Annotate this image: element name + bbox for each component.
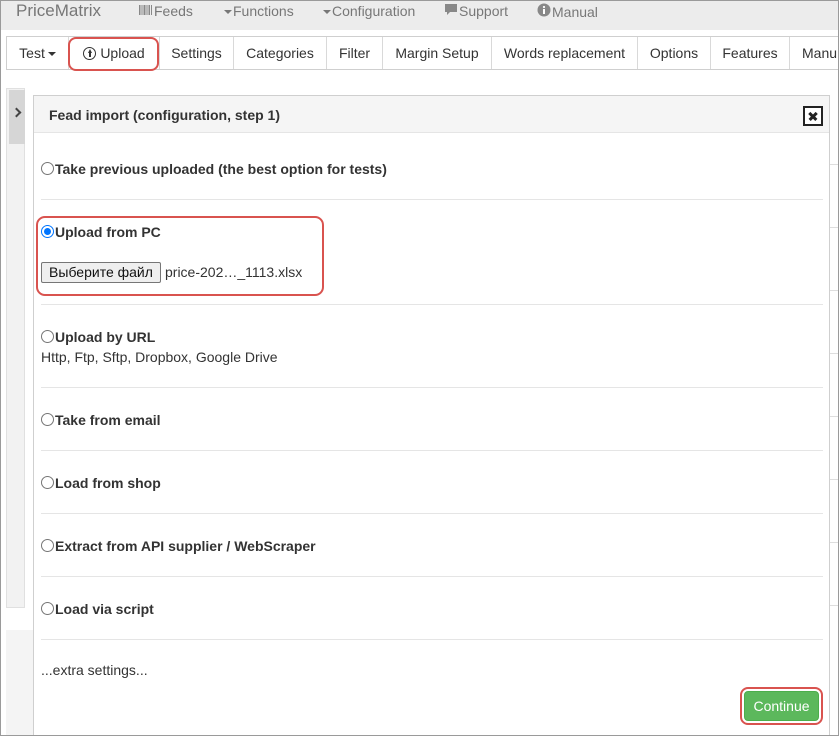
close-icon[interactable]	[803, 106, 823, 126]
option-take-previous[interactable]: Take previous uploaded (the best option …	[41, 161, 387, 177]
option-take-previous-label: Take previous uploaded (the best option …	[55, 161, 387, 177]
tab-features-label: Features	[722, 45, 778, 61]
feed-import-modal: Fead import (configuration, step 1) Take…	[33, 95, 830, 736]
nav-manual-label: Manual	[552, 4, 598, 20]
tab-filter[interactable]: Filter	[327, 37, 383, 69]
modal-header: Fead import (configuration, step 1)	[34, 96, 829, 133]
caret-down-icon	[47, 52, 56, 57]
tab-categories[interactable]: Categories	[234, 37, 327, 69]
continue-button[interactable]: Continue	[744, 691, 819, 721]
nav-manual[interactable]: Manual	[537, 3, 598, 20]
radio-load-script[interactable]	[41, 602, 54, 615]
divider	[41, 513, 823, 514]
nav-functions[interactable]: Functions	[224, 3, 294, 19]
divider	[41, 199, 823, 200]
tab-settings[interactable]: Settings	[160, 37, 234, 69]
tab-upload[interactable]: Upload	[69, 37, 160, 69]
nav-support-label: Support	[459, 3, 509, 19]
radio-take-email[interactable]	[41, 413, 54, 426]
modal-title: Fead import (configuration, step 1)	[49, 107, 281, 123]
brand-logo[interactable]: PriceMatrix	[16, 1, 101, 21]
tab-test-label: Test	[19, 45, 45, 61]
sidebar-toggle[interactable]	[9, 90, 25, 144]
tab-filter-label: Filter	[338, 45, 371, 61]
option-extract-api[interactable]: Extract from API supplier / WebScraper	[41, 538, 316, 554]
option-upload-url-label: Upload by URL	[55, 329, 156, 345]
continue-highlight: Continue	[740, 687, 823, 725]
side-panel	[6, 88, 25, 608]
tab-settings-label: Settings	[171, 45, 222, 61]
tab-manual[interactable]: Manu	[790, 37, 839, 69]
upload-icon	[83, 47, 97, 60]
option-upload-pc-label: Upload from PC	[55, 224, 161, 240]
chevron-right-icon	[11, 107, 22, 118]
radio-upload-url[interactable]	[41, 330, 54, 343]
info-icon	[537, 3, 551, 20]
tab-options-label: Options	[649, 45, 699, 61]
tab-features[interactable]: Features	[711, 37, 790, 69]
tab-bar: Test Upload Settings Categories Filter M…	[6, 36, 839, 70]
option-take-email-label: Take from email	[55, 412, 161, 428]
option-load-script-label: Load via script	[55, 601, 154, 617]
divider	[41, 387, 823, 388]
tab-options[interactable]: Options	[638, 37, 711, 69]
tab-words-replacement[interactable]: Words replacement	[492, 37, 638, 69]
background-footer	[6, 630, 36, 736]
divider	[41, 304, 823, 305]
option-upload-url[interactable]: Upload by URL	[41, 329, 155, 345]
divider	[41, 450, 823, 451]
tab-words-replacement-label: Words replacement	[503, 45, 626, 61]
tab-categories-label: Categories	[246, 45, 314, 61]
extra-settings-link[interactable]: ...extra settings...	[41, 662, 148, 678]
nav-configuration[interactable]: Configuration	[323, 3, 415, 19]
radio-load-shop[interactable]	[41, 476, 54, 489]
option-take-email[interactable]: Take from email	[41, 412, 161, 428]
caret-down-icon	[323, 10, 331, 15]
radio-take-previous[interactable]	[41, 162, 54, 175]
tab-manual-label: Manu	[802, 45, 838, 61]
divider	[41, 639, 823, 640]
choose-file-button[interactable]: Выберите файл	[41, 262, 161, 283]
nav-feeds[interactable]: Feeds	[139, 3, 193, 19]
upload-url-hint: Http, Ftp, Sftp, Dropbox, Google Drive	[41, 349, 278, 365]
radio-upload-pc[interactable]	[41, 225, 54, 238]
nav-functions-label: Functions	[233, 3, 294, 19]
option-extract-api-label: Extract from API supplier / WebScraper	[55, 538, 316, 554]
option-upload-pc[interactable]: Upload from PC	[41, 224, 161, 240]
radio-extract-api[interactable]	[41, 539, 54, 552]
option-load-shop-label: Load from shop	[55, 475, 161, 491]
caret-down-icon	[224, 10, 232, 15]
nav-configuration-label: Configuration	[332, 3, 416, 19]
option-load-script[interactable]: Load via script	[41, 601, 154, 617]
top-navbar: PriceMatrix Feeds Functions Configuratio…	[0, 0, 839, 30]
tab-test[interactable]: Test	[7, 37, 69, 69]
option-load-shop[interactable]: Load from shop	[41, 475, 161, 491]
nav-feeds-label: Feeds	[154, 3, 193, 19]
divider	[41, 576, 823, 577]
nav-support[interactable]: Support	[444, 3, 508, 19]
tab-margin-setup[interactable]: Margin Setup	[383, 37, 492, 69]
barcode-icon	[139, 3, 153, 19]
chat-icon	[444, 3, 458, 19]
selected-file-name: price-202…_1113.xlsx	[165, 264, 303, 280]
tab-margin-setup-label: Margin Setup	[395, 45, 479, 61]
tab-upload-label: Upload	[100, 45, 145, 61]
